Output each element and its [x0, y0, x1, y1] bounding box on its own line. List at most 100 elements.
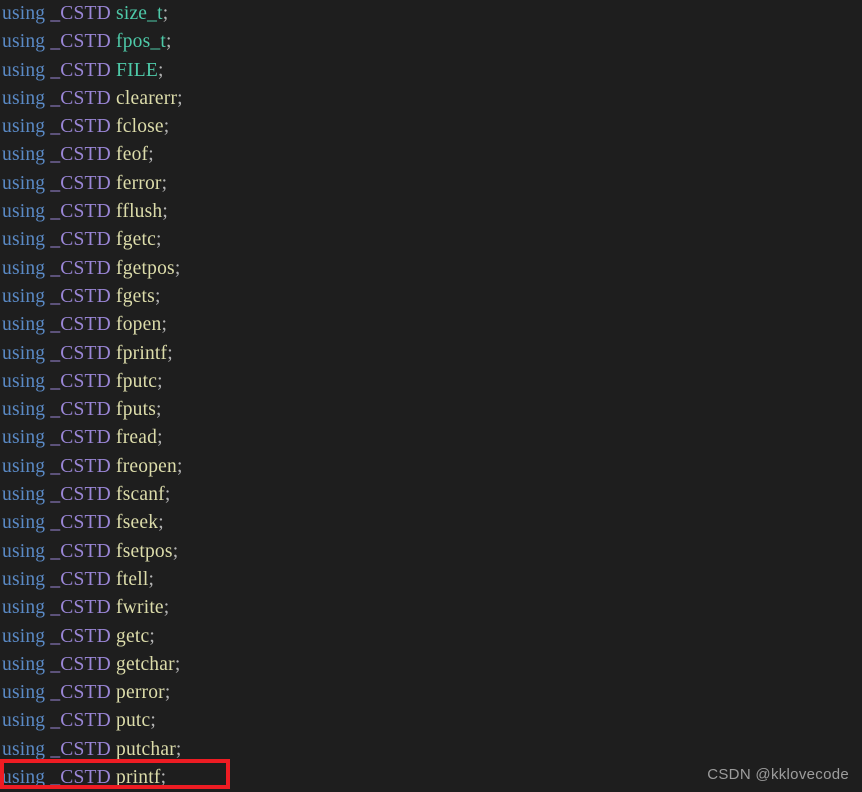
- token-macro: _CSTD: [50, 427, 111, 449]
- token-keyword: using: [2, 172, 46, 194]
- code-line: using _CSTD ftell;: [0, 566, 862, 594]
- code-line: using _CSTD fsetpos;: [0, 538, 862, 566]
- token-terminator: ;: [176, 455, 183, 477]
- token-terminator: ;: [158, 512, 164, 534]
- token-symbol: fsetpos: [116, 540, 173, 562]
- token-keyword: using: [2, 370, 46, 392]
- token-keyword: using: [2, 342, 46, 364]
- token-terminator: ;: [177, 87, 183, 109]
- token-terminator: ;: [174, 653, 181, 675]
- code-line: using _CSTD feof;: [0, 141, 862, 169]
- token-keyword: using: [2, 597, 46, 619]
- token-symbol: fseek: [116, 512, 159, 534]
- token-symbol: fflush: [116, 201, 163, 223]
- token-terminator: ;: [164, 682, 171, 704]
- code-line: using _CSTD ferror;: [0, 170, 862, 198]
- token-macro: _CSTD: [50, 314, 111, 336]
- code-listing: using _CSTD size_t; using _CSTD fpos_t; us…: [0, 0, 862, 791]
- token-keyword: using: [2, 625, 46, 647]
- token-symbol: feof: [116, 144, 149, 166]
- token-terminator: ;: [162, 3, 169, 24]
- token-symbol: fputs: [116, 399, 157, 421]
- token-symbol: fclose: [116, 116, 164, 138]
- token-symbol: freopen: [116, 455, 177, 477]
- token-symbol: perror: [116, 682, 165, 704]
- token-keyword: using: [2, 484, 46, 506]
- code-line: using _CSTD fread;: [0, 424, 862, 452]
- watermark-label: CSDN @kklovecode: [707, 766, 849, 783]
- token-keyword: using: [2, 767, 46, 789]
- token-symbol: ferror: [116, 172, 162, 194]
- token-macro: _CSTD: [50, 653, 111, 675]
- token-symbol: FILE: [116, 59, 158, 81]
- token-keyword: using: [2, 568, 46, 590]
- token-terminator: ;: [175, 738, 182, 760]
- token-macro: _CSTD: [50, 484, 111, 506]
- token-terminator: ;: [163, 116, 170, 138]
- token-terminator: ;: [148, 568, 155, 590]
- token-terminator: ;: [148, 144, 154, 166]
- code-line: using _CSTD clearerr;: [0, 85, 862, 113]
- code-line: using _CSTD getchar;: [0, 651, 862, 679]
- token-keyword: using: [2, 59, 46, 81]
- code-line: using _CSTD fgetpos;: [0, 255, 862, 283]
- code-line: using _CSTD getc;: [0, 623, 862, 651]
- token-terminator: ;: [161, 314, 168, 336]
- token-macro: _CSTD: [50, 172, 111, 194]
- token-terminator: ;: [157, 370, 163, 392]
- token-terminator: ;: [156, 229, 162, 251]
- token-terminator: ;: [150, 710, 157, 732]
- code-line: using _CSTD putchar;: [0, 736, 862, 764]
- token-keyword: using: [2, 710, 46, 732]
- token-keyword: using: [2, 285, 46, 307]
- token-terminator: ;: [162, 201, 168, 223]
- token-keyword: using: [2, 682, 46, 704]
- code-line: using _CSTD freopen;: [0, 453, 862, 481]
- token-macro: _CSTD: [50, 455, 111, 477]
- token-terminator: ;: [172, 540, 179, 562]
- token-macro: _CSTD: [50, 512, 111, 534]
- token-symbol: ftell: [116, 568, 149, 590]
- token-macro: _CSTD: [50, 625, 111, 647]
- token-macro: _CSTD: [50, 285, 111, 307]
- token-symbol: clearerr: [116, 87, 178, 109]
- token-terminator: ;: [174, 257, 181, 279]
- token-symbol: getchar: [116, 653, 175, 675]
- token-macro: _CSTD: [50, 682, 111, 704]
- code-line: using _CSTD FILE;: [0, 57, 862, 85]
- token-macro: _CSTD: [50, 257, 111, 279]
- token-macro: _CSTD: [50, 568, 111, 590]
- code-line: using _CSTD fgetc;: [0, 226, 862, 254]
- token-keyword: using: [2, 87, 46, 109]
- token-symbol: fread: [116, 427, 158, 449]
- token-macro: _CSTD: [50, 116, 111, 138]
- token-symbol: fprintf: [116, 342, 168, 364]
- token-keyword: using: [2, 31, 46, 53]
- token-terminator: ;: [160, 767, 167, 789]
- token-symbol: getc: [116, 625, 150, 647]
- token-macro: _CSTD: [50, 597, 111, 619]
- code-line: using _CSTD fputc;: [0, 368, 862, 396]
- code-line: using _CSTD fprintf;: [0, 340, 862, 368]
- token-symbol: fopen: [116, 314, 162, 336]
- token-symbol: fgetpos: [116, 257, 175, 279]
- token-terminator: ;: [161, 172, 168, 194]
- token-keyword: using: [2, 399, 46, 421]
- token-macro: _CSTD: [50, 229, 111, 251]
- code-line: using _CSTD size_t;: [0, 0, 862, 28]
- token-symbol: putchar: [116, 738, 176, 760]
- code-line: using _CSTD fwrite;: [0, 594, 862, 622]
- token-symbol: fgets: [116, 285, 155, 307]
- token-macro: _CSTD: [50, 767, 111, 789]
- token-symbol: fpos_t: [116, 31, 166, 53]
- token-symbol: fputc: [116, 370, 158, 392]
- token-symbol: printf: [116, 767, 161, 789]
- token-keyword: using: [2, 653, 46, 675]
- token-macro: _CSTD: [50, 738, 111, 760]
- token-macro: _CSTD: [50, 87, 111, 109]
- code-line: using _CSTD fscanf;: [0, 481, 862, 509]
- token-macro: _CSTD: [50, 3, 111, 24]
- code-line: using _CSTD fopen;: [0, 311, 862, 339]
- code-line: using _CSTD fseek;: [0, 509, 862, 537]
- token-terminator: ;: [157, 427, 163, 449]
